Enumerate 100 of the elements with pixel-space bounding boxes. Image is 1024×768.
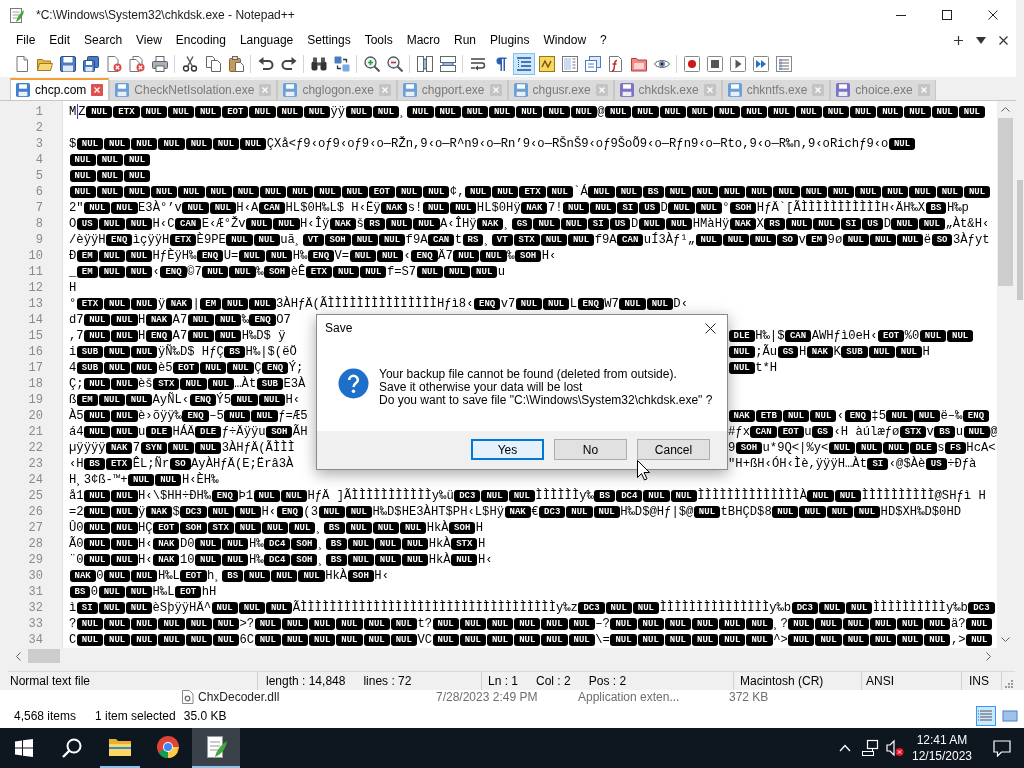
vertical-sync-icon[interactable] [416, 55, 433, 72]
clock-date[interactable]: 12/15/2023 [911, 748, 973, 764]
line-number: 25 [27, 488, 43, 504]
new-file-icon[interactable] [13, 55, 30, 72]
dialog-message: Do you want to save file "C:\Windows\System32\chkdsk.exe" ? [379, 394, 713, 407]
folder-icon[interactable] [630, 55, 647, 72]
scrollbar-thumb[interactable] [1017, 180, 1023, 300]
replace-icon[interactable] [333, 55, 350, 72]
notification-icon[interactable] [993, 739, 1011, 757]
scroll-up-icon[interactable] [1001, 107, 1010, 112]
code-line: á4 NUL NUL u DLE HÁÄ DLE ƒ÷Äÿÿu SOH ÃH [69, 424, 308, 440]
code-line: ¨0 NUL NUL H‹ NAK 10 NUL NUL H‰ DC4 SOH ¸ BS NUL NUL NUL HkÀ NUL H‹ [69, 552, 493, 568]
floppy-disks-icon[interactable] [82, 55, 99, 72]
menu-item[interactable]: Language [232, 31, 301, 49]
menu-item[interactable]: Macro [399, 31, 447, 49]
code-line: ß EM NUL NUL AyÑL‹ ENQ Ý5 NUL NUL H‹ [69, 392, 300, 408]
plus-icon[interactable] [954, 35, 963, 45]
stop-icon[interactable] [706, 55, 723, 72]
close-icon[interactable] [988, 10, 998, 20]
play-icon[interactable] [729, 55, 746, 72]
code-line: $ NUL NUL NUL NUL NUL NUL NUL ÇXå<ƒ9‹oƒ9‹oƒ9‹o—RŽn,9‹o—R^n9‹o—Rn’9‹o—RŠnŠ9‹oƒ9ŠoÕ9‹o—Rƒn9‹o—Rto,9‹o—R‰n,9‹oRichƒ9‹o NUL [69, 136, 916, 152]
code-line: NUL NUL NUL NUL NUL NUL NUL NUL NUL NUL NUL EOT NUL NUL ¢, NUL NUL ETX NUL `Á NUL NUL BS NUL NUL NUL NUL NUL NUL NUL NUL NUL NUL NUL NUL [69, 184, 991, 200]
taskbar-button[interactable] [192, 728, 240, 768]
dialog-button[interactable]: Yes [471, 439, 544, 460]
dialog-message: Your backup file cannot be found (deleted from outside). [379, 368, 678, 381]
code-line: NUL ;Ãu GS H NAK K SUB NUL NUL H [728, 344, 930, 360]
code-line: Ã0 NUL NUL H‹ NAK D0 NUL NUL H‰ DC4 SOH ¸ BS NUL NUL NUL HkÀ STX H [69, 536, 486, 552]
scissors-icon[interactable] [181, 55, 198, 72]
page-close-icon[interactable] [105, 55, 122, 72]
dialog-button[interactable]: No [554, 439, 627, 460]
clock-time[interactable]: 12:41 AM [916, 732, 968, 748]
clipboard-icon[interactable] [227, 55, 244, 72]
code-line: 9 SOH u*9Q<|%y< NUL NUL NUL DLE s FS HcA< [728, 440, 996, 456]
list-icon[interactable] [775, 55, 792, 72]
indent-guide-icon[interactable] [512, 52, 535, 75]
file-size: 372 KB [729, 690, 769, 704]
code-line: NUL NUL NUL [69, 152, 151, 168]
pages-close-icon[interactable] [128, 55, 145, 72]
menu-item[interactable]: File [9, 31, 43, 49]
menu-item[interactable]: View [129, 31, 169, 49]
item-count: 4,568 items [14, 708, 78, 725]
tab[interactable]: chcp.com [10, 78, 110, 100]
menu-item[interactable]: Search [77, 31, 130, 49]
status-text: Pos : 2 [588, 673, 627, 690]
horizontal-sync-icon[interactable] [439, 55, 456, 72]
chevron-up-icon[interactable] [839, 744, 851, 752]
menu-item[interactable]: Encoding [168, 31, 233, 49]
zoom-out-icon[interactable] [386, 55, 403, 72]
line-number: 11 [27, 264, 43, 280]
scrollbar-thumb[interactable] [28, 649, 60, 663]
menu-item[interactable]: Settings [300, 31, 358, 49]
menu-item[interactable]: Tools [357, 31, 400, 49]
line-number: 29 [27, 552, 43, 568]
copy-icon[interactable] [204, 55, 221, 72]
file-type: Application exten... [578, 690, 681, 704]
binoculars-icon[interactable] [310, 55, 327, 72]
caret-down-icon[interactable] [976, 36, 986, 44]
scroll-down-icon[interactable] [1001, 637, 1010, 642]
code-line: 4 SUB NUL NUL è5 EOT NUL NUL Ç ENQ Ý; [69, 360, 304, 376]
scrollbar-thumb[interactable] [998, 118, 1013, 286]
window-title: *C:\Windows\System32\chkdsk.exe - Notepad++ [36, 7, 295, 24]
line-number: 8 [34, 216, 43, 232]
record-icon[interactable] [683, 55, 700, 72]
menu-item[interactable]: ? [593, 31, 614, 49]
undo-icon[interactable] [257, 55, 274, 72]
network-icon[interactable] [861, 739, 879, 757]
zigzag-tile-icon[interactable] [538, 55, 555, 72]
code-line: Ð EM NUL NUL HƒÈÿH‰ ENQ U= NUL NUL H‰ ENQ V= NUL NUL ‹ ENQ Ä7 NUL NUL ‰ SOH H‹ [69, 248, 557, 264]
close-icon[interactable] [999, 35, 1008, 45]
line-number: 15 [27, 328, 43, 344]
speaker-muted-icon[interactable] [886, 739, 904, 757]
maximize-icon[interactable] [942, 10, 952, 20]
menu-item[interactable]: Edit [42, 31, 78, 49]
start-icon[interactable] [15, 739, 33, 757]
fast-forward-icon[interactable] [752, 55, 769, 72]
search-icon[interactable] [62, 738, 82, 758]
document-map-icon[interactable] [561, 55, 578, 72]
code-line: #ƒx CAN EOT u GS ‹H àúlæƒø STX v BS u NUL @ [728, 424, 997, 440]
notepad-icon [8, 7, 24, 23]
redo-icon[interactable] [280, 55, 297, 72]
printer-icon[interactable] [151, 55, 168, 72]
word-wrap-icon[interactable] [469, 55, 486, 72]
file-name[interactable]: ChxDecoder.dll [198, 690, 436, 704]
menu-item[interactable]: Window [536, 31, 594, 49]
code-line: C NUL NUL NUL NUL NUL NUL 6C NUL NUL NUL NUL NUL NUL VC NUL NUL NUL NUL NUL NUL \= NUL NUL NUL NUL NUL NUL ^> NUL NUL NUL NUL NUL NUL ,> NUL [69, 632, 993, 648]
dialog-button[interactable]: Cancel [637, 439, 710, 460]
scroll-right-icon[interactable] [986, 651, 991, 661]
function-list-icon[interactable] [607, 55, 624, 72]
menu-item[interactable]: Plugins [483, 31, 537, 49]
line-number: 2 [34, 120, 43, 136]
document-list-icon[interactable] [584, 55, 601, 72]
line-number: 33 [27, 616, 43, 632]
line-number: 28 [27, 536, 43, 552]
line-number: 21 [27, 424, 43, 440]
close-icon[interactable] [705, 322, 716, 334]
resize-grip-icon[interactable] [1005, 680, 1013, 688]
menu-item[interactable]: Run [447, 31, 484, 49]
line-number: 23 [27, 456, 43, 472]
zoom-in-icon[interactable] [363, 55, 380, 72]
scroll-left-icon[interactable] [16, 651, 21, 661]
